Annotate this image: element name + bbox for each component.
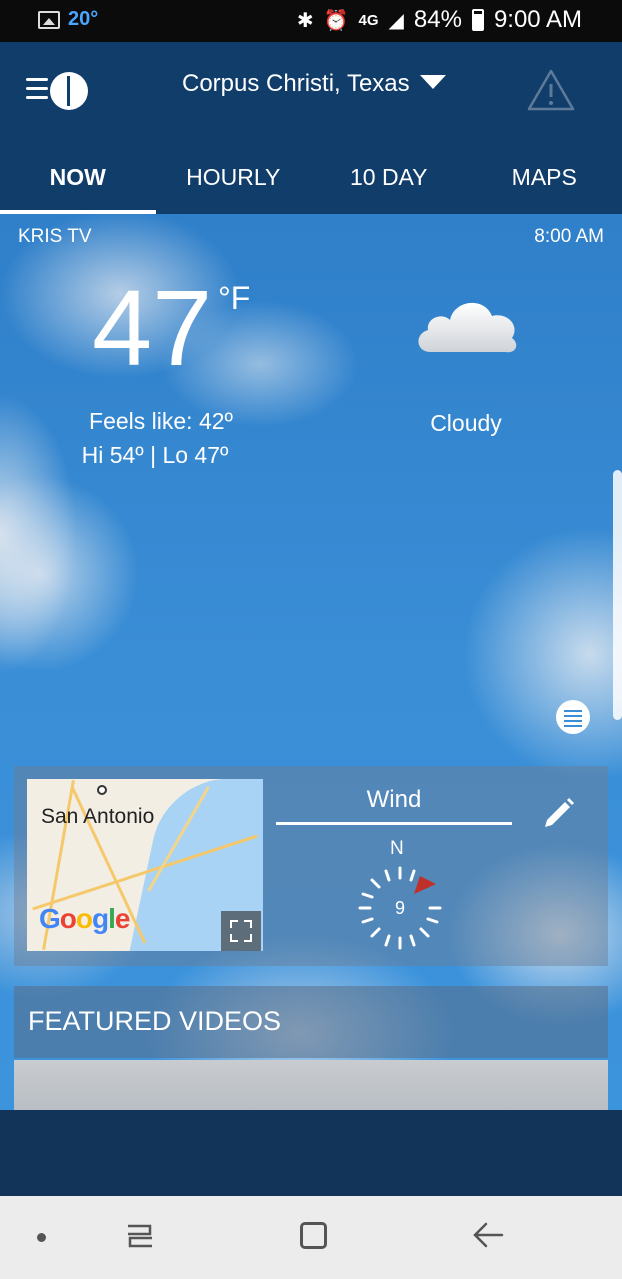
network-type: 4G	[358, 11, 379, 29]
condition-label: Cloudy	[430, 410, 502, 436]
location-label: Corpus Christi, Texas	[182, 70, 410, 97]
app-header: Corpus Christi, Texas NOW HOURLY 10 DAY …	[0, 42, 622, 214]
featured-videos-header[interactable]: FEATURED VIDEOS	[14, 986, 608, 1058]
tab-now[interactable]: NOW	[0, 154, 156, 214]
feels-like: Feels like: 42º	[89, 408, 233, 434]
hi-lo: Hi 54º | Lo 47º	[81, 442, 229, 468]
compass-north-label: N	[390, 838, 404, 859]
map-city-label: San Antonio	[41, 805, 155, 828]
bluetooth-icon: ✱	[296, 9, 314, 32]
edit-icon[interactable]	[540, 796, 576, 832]
alarm-icon: ⏰	[323, 9, 349, 32]
city-marker	[97, 785, 107, 795]
status-weather-temp: 20°	[68, 8, 99, 30]
tab-maps[interactable]: MAPS	[467, 154, 622, 214]
status-bar: 20° ✱ ⏰ 4G ◢ 84% 9:00 AM	[0, 0, 622, 42]
location-selector[interactable]: Corpus Christi, Texas	[182, 70, 446, 98]
signal-icon: ◢	[388, 9, 404, 32]
tab-bar: NOW HOURLY 10 DAY MAPS	[0, 154, 622, 214]
bottom-band	[0, 1110, 622, 1196]
home-icon[interactable]	[300, 1222, 327, 1249]
gallery-icon	[38, 10, 60, 29]
clock: 9:00 AM	[493, 6, 582, 33]
nav-dot-icon[interactable]	[37, 1233, 46, 1242]
map-wind-card: San Antonio Google Wind N 9	[14, 766, 608, 966]
layers-button[interactable]	[556, 700, 590, 734]
recent-apps-icon[interactable]	[126, 1222, 154, 1250]
system-nav-bar	[0, 1196, 622, 1279]
wind-speed: 9	[394, 898, 405, 918]
cloud-icon	[418, 302, 517, 353]
menu-button[interactable]	[26, 70, 90, 110]
app-logo-icon	[50, 72, 88, 110]
featured-videos-title: FEATURED VIDEOS	[28, 1006, 282, 1036]
wind-divider	[276, 822, 512, 825]
current-temperature: 47	[92, 267, 213, 388]
battery-icon	[471, 9, 484, 31]
data-source: KRIS TV	[18, 226, 92, 247]
google-logo: Google	[39, 903, 130, 934]
current-conditions-panel: KRIS TV 8:00 AM 47 °F Feels like: 42º Hi…	[0, 214, 622, 1110]
mini-map[interactable]: San Antonio Google	[27, 779, 263, 951]
observation-time: 8:00 AM	[534, 226, 604, 247]
tab-hourly[interactable]: HOURLY	[156, 154, 312, 214]
video-thumbnail[interactable]	[14, 1060, 608, 1110]
back-icon[interactable]	[472, 1220, 504, 1250]
temperature-unit: °F	[218, 280, 251, 316]
fullscreen-icon[interactable]	[221, 911, 261, 951]
tab-10-day[interactable]: 10 DAY	[311, 154, 467, 214]
alert-icon[interactable]	[526, 68, 576, 112]
battery-percent: 84%	[413, 6, 462, 33]
dropdown-arrow-icon	[419, 75, 446, 89]
wind-title: Wind	[366, 786, 422, 813]
scroll-handle[interactable]	[613, 470, 622, 720]
hamburger-icon	[26, 78, 48, 105]
